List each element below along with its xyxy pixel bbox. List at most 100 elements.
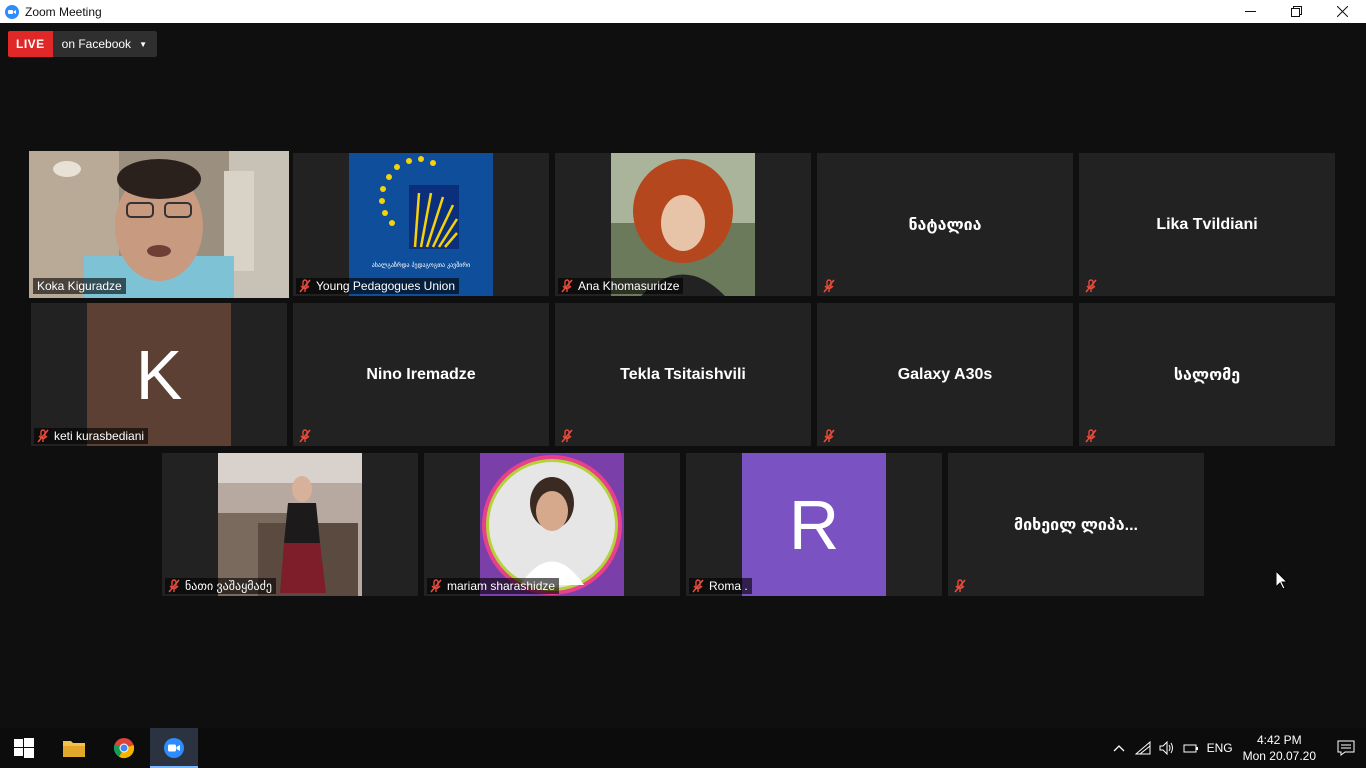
live-destination-label: on Facebook (61, 37, 132, 51)
muted-microphone-icon (430, 579, 442, 593)
minimize-button[interactable] (1227, 0, 1273, 23)
participant-display-name: Galaxy A30s (897, 365, 993, 383)
window-title-bar: Zoom Meeting (0, 0, 1366, 23)
video-tile-mariam-sharashidze[interactable]: mariam sharashidze (424, 453, 680, 596)
participant-name: Ana Khomasuridze (578, 279, 680, 293)
muted-microphone-icon (168, 579, 180, 593)
restore-button[interactable] (1273, 0, 1319, 23)
muted-microphone-icon (37, 429, 49, 443)
video-tile-nino-iremadze[interactable]: Nino Iremadze (293, 303, 549, 446)
chrome-icon (113, 738, 135, 759)
participant-name: Young Pedagogues Union (316, 279, 456, 293)
video-tile-salome[interactable]: სალომე (1079, 303, 1335, 446)
mouse-cursor-icon (1276, 571, 1288, 590)
participant-name-label (1082, 428, 1106, 444)
participant-letter-avatar: R (742, 453, 886, 596)
participant-name: Roma . (709, 579, 748, 593)
live-destination-dropdown[interactable]: on Facebook ▼ (52, 31, 157, 57)
participant-letter-avatar: K (87, 303, 231, 446)
zoom-icon (164, 738, 184, 758)
wifi-icon (1134, 741, 1151, 755)
zoom-app-icon (5, 4, 19, 19)
live-badge: LIVE (8, 31, 53, 57)
taskbar-zoom[interactable] (150, 728, 198, 768)
notification-icon (1337, 740, 1355, 756)
close-icon (1336, 6, 1348, 17)
video-tile-galaxy-a30s[interactable]: Galaxy A30s (817, 303, 1073, 446)
windows-taskbar: ENG 4:42 PM Mon 20.07.20 (0, 728, 1366, 768)
participant-name-label (558, 428, 582, 444)
muted-microphone-icon (1085, 429, 1097, 443)
taskbar-chrome[interactable] (100, 728, 148, 768)
speaker-icon (1159, 741, 1173, 755)
participant-name-label (1082, 278, 1106, 294)
live-stream-indicator[interactable]: LIVE on Facebook ▼ (8, 31, 157, 57)
action-center-button[interactable] (1326, 728, 1366, 768)
participant-name-label (820, 428, 844, 444)
system-tray: ENG 4:42 PM Mon 20.07.20 (1107, 728, 1366, 768)
start-button[interactable] (0, 728, 48, 768)
participant-avatar-image (611, 153, 755, 296)
video-tile-koka-kiguradze[interactable]: Koka Kiguradze (29, 151, 289, 298)
participant-video (29, 151, 289, 298)
participant-display-name: Tekla Tsitaishvili (620, 365, 746, 383)
video-tile-tekla-tsitaishvili[interactable]: Tekla Tsitaishvili (555, 303, 811, 446)
participant-name-label: Roma . (689, 578, 752, 594)
muted-microphone-icon (823, 279, 835, 293)
power-button[interactable] (1179, 728, 1203, 768)
windows-logo-icon (14, 738, 34, 758)
minimize-icon (1244, 11, 1256, 12)
participant-avatar-image (218, 453, 362, 596)
video-tile-nati-vashaqmadze[interactable]: ნათი ვაშაყმაძე (162, 453, 418, 596)
participant-name: Koka Kiguradze (37, 279, 122, 293)
muted-microphone-icon (561, 429, 573, 443)
union-logo-icon: ახალგაზრდა პედაგოგთა კავშირი (372, 156, 470, 269)
participant-name-label: ნათი ვაშაყმაძე (165, 578, 277, 594)
video-tile-young-pedagogues-union[interactable]: ახალგაზრდა პედაგოგთა კავშირი Young Pedag… (293, 153, 549, 296)
input-language-button[interactable]: ENG (1203, 728, 1237, 768)
participant-display-name: მიხეილ ლიპა... (1014, 516, 1138, 534)
participant-name-label: Young Pedagogues Union (296, 278, 460, 294)
muted-microphone-icon (1085, 279, 1097, 293)
video-tile-keti-kurasbediani[interactable]: K keti kurasbediani (31, 303, 287, 446)
video-tile-natalia[interactable]: ნატალია (817, 153, 1073, 296)
clock-date: Mon 20.07.20 (1242, 749, 1316, 763)
close-button[interactable] (1319, 0, 1365, 23)
taskbar-clock[interactable]: 4:42 PM Mon 20.07.20 (1243, 732, 1316, 764)
taskbar-file-explorer[interactable] (50, 728, 98, 768)
participant-name-label (951, 578, 975, 594)
participant-display-name: Nino Iremadze (366, 365, 476, 383)
folder-icon (63, 741, 85, 757)
show-hidden-icons-button[interactable] (1107, 728, 1131, 768)
participant-name-label: keti kurasbediani (34, 428, 149, 444)
participant-name: ნათი ვაშაყმაძე (185, 579, 273, 593)
participant-display-name: სალომე (1173, 366, 1241, 384)
video-tile-roma[interactable]: R Roma . (686, 453, 942, 596)
chevron-up-icon (1113, 745, 1125, 752)
muted-microphone-icon (954, 579, 966, 593)
muted-microphone-icon (692, 579, 704, 593)
battery-plug-icon (1183, 744, 1198, 753)
video-tile-ana-khomasuridze[interactable]: Ana Khomasuridze (555, 153, 811, 296)
participant-name: keti kurasbediani (54, 429, 145, 443)
muted-microphone-icon (299, 429, 311, 443)
participant-name-label (296, 428, 320, 444)
participant-name-label: Ana Khomasuridze (558, 278, 684, 294)
video-tile-mikheil[interactable]: მიხეილ ლიპა... (948, 453, 1204, 596)
chevron-down-icon: ▼ (139, 39, 147, 49)
participant-name-label: Koka Kiguradze (33, 278, 126, 294)
muted-microphone-icon (561, 279, 573, 293)
participant-name: mariam sharashidze (447, 579, 556, 593)
muted-microphone-icon (299, 279, 311, 293)
participant-avatar-image: ახალგაზრდა პედაგოგთა კავშირი (349, 153, 493, 296)
video-tile-lika-tvildiani[interactable]: Lika Tvildiani (1079, 153, 1335, 296)
window-title: Zoom Meeting (25, 4, 102, 19)
participant-display-name: ნატალია (908, 216, 982, 234)
muted-microphone-icon (823, 429, 835, 443)
network-button[interactable] (1131, 728, 1155, 768)
clock-time: 4:42 PM (1256, 733, 1302, 747)
participant-display-name: Lika Tvildiani (1156, 215, 1258, 233)
volume-button[interactable] (1155, 728, 1179, 768)
participant-name-label (820, 278, 844, 294)
participant-avatar-image (480, 453, 624, 596)
